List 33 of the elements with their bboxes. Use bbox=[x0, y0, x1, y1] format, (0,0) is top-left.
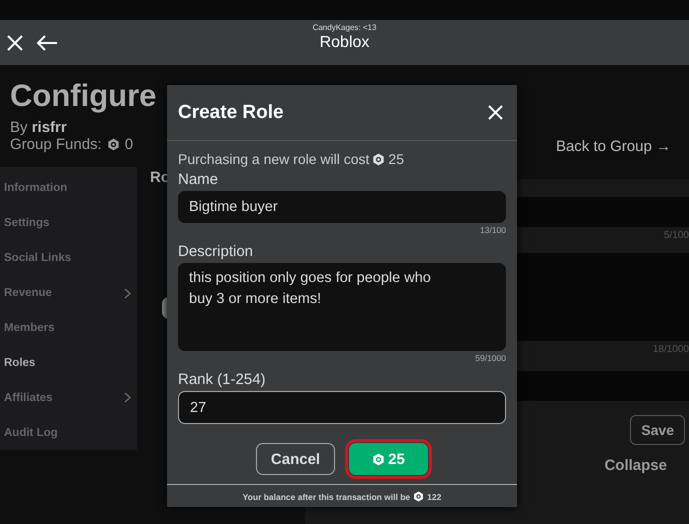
close-icon[interactable] bbox=[6, 34, 24, 52]
collapse-link[interactable]: Collapse bbox=[604, 457, 667, 474]
owner-text: By risfrr bbox=[10, 119, 68, 136]
field-label: Description bbox=[178, 243, 254, 260]
cost-text: Purchasing a new role will cost bbox=[178, 151, 370, 167]
character-counter: 59/1000 bbox=[475, 353, 506, 363]
funds-amount: 0 bbox=[124, 136, 134, 153]
page-title: Configure bbox=[10, 79, 156, 113]
rank-input[interactable]: 27 bbox=[178, 391, 506, 424]
dialog-title: Create Role bbox=[178, 102, 284, 124]
character-counter: 18/1000 bbox=[652, 344, 689, 355]
field-label: Name bbox=[178, 171, 220, 188]
balance-amount: 122 bbox=[427, 492, 442, 502]
cost-amount: 25 bbox=[388, 151, 404, 167]
character-counter: 5/100 bbox=[664, 230, 689, 241]
field-label: Rank (1-254) bbox=[178, 371, 267, 388]
close-icon[interactable] bbox=[488, 105, 503, 120]
funds-label: Group Funds: bbox=[10, 136, 102, 153]
character-counter: 13/100 bbox=[480, 225, 506, 235]
back-to-group-link[interactable]: Back to Group → bbox=[556, 138, 671, 155]
sidebar-item[interactable]: Roles bbox=[0, 345, 137, 380]
back-arrow-icon[interactable] bbox=[36, 34, 58, 50]
save-button[interactable]: Save bbox=[630, 415, 685, 445]
account-name: CandyKages: <13 bbox=[312, 23, 376, 32]
window-title: Roblox bbox=[320, 34, 370, 52]
robux-icon bbox=[372, 452, 386, 466]
robux-icon bbox=[372, 152, 386, 166]
balance-text: Your balance after this transaction will be bbox=[242, 492, 410, 502]
name-input[interactable]: Bigtime buyer bbox=[178, 191, 506, 223]
robux-icon bbox=[413, 491, 424, 502]
robux-icon bbox=[106, 138, 120, 151]
description-textarea[interactable]: this position only goes for people who buy 3 or more items! bbox=[178, 263, 506, 351]
cancel-button[interactable]: Cancel bbox=[256, 443, 335, 475]
